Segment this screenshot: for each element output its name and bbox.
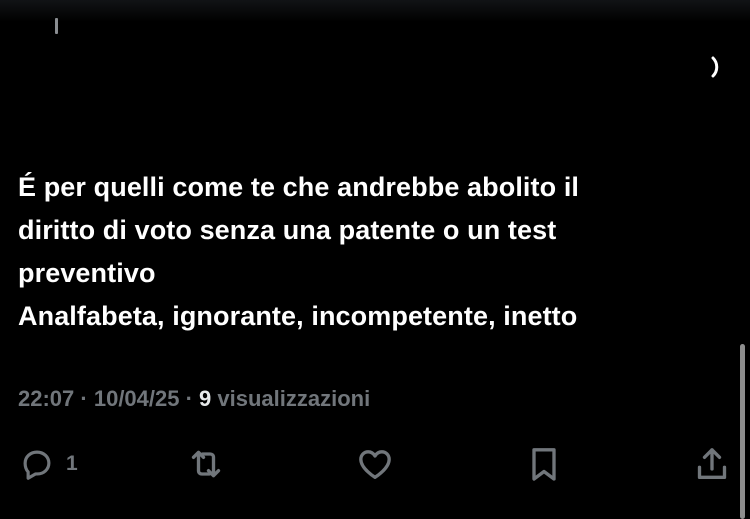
tweet-line: diritto di voto senza una patente o un t… bbox=[18, 215, 557, 245]
share-icon bbox=[697, 448, 727, 479]
views-label[interactable]: visualizzazioni bbox=[211, 386, 370, 411]
reply-button[interactable]: 1 bbox=[18, 444, 78, 484]
top-tick-mark bbox=[55, 18, 58, 34]
top-bar bbox=[0, 0, 750, 22]
reply-icon bbox=[23, 450, 51, 480]
retweet-icon bbox=[191, 450, 221, 478]
retweet-button[interactable] bbox=[186, 444, 226, 484]
meta-separator: · bbox=[179, 386, 200, 411]
tweet-line: Analfabeta, ignorante, incompetente, ine… bbox=[18, 301, 578, 331]
like-icon bbox=[359, 450, 391, 479]
views-count[interactable]: 9 bbox=[199, 386, 211, 411]
tweet-meta: 22:07 · 10/04/25 · 9 visualizzazioni bbox=[18, 386, 370, 412]
tweet-time: 22:07 bbox=[18, 386, 75, 411]
bookmark-button[interactable] bbox=[524, 444, 564, 484]
scrollbar[interactable] bbox=[740, 344, 745, 519]
like-button[interactable] bbox=[355, 444, 395, 484]
tweet-date: 10/04/25 bbox=[93, 386, 180, 411]
share-button[interactable] bbox=[692, 444, 732, 484]
tweet-text: É per quelli come te che andrebbe abolit… bbox=[18, 166, 718, 338]
action-bar: 1 bbox=[0, 444, 750, 488]
tweet-line: preventivo bbox=[18, 258, 156, 288]
right-edge-glyph bbox=[711, 56, 719, 78]
meta-separator: · bbox=[74, 386, 94, 411]
tweet-line: É per quelli come te che andrebbe abolit… bbox=[18, 172, 580, 202]
reply-count: 1 bbox=[66, 452, 78, 475]
bookmark-icon bbox=[532, 448, 556, 481]
